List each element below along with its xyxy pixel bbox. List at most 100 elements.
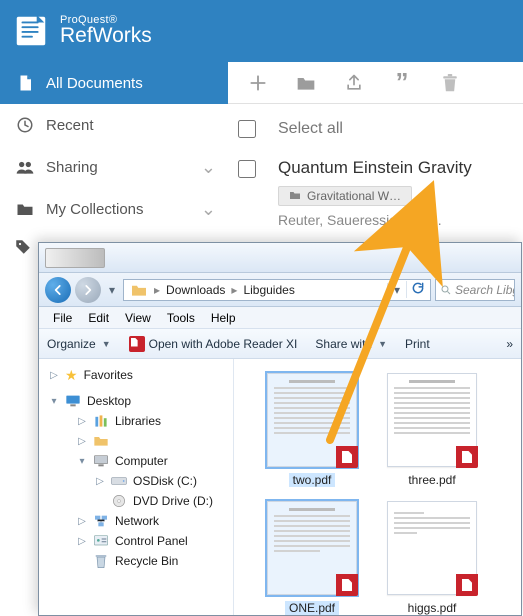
menu-file[interactable]: File (45, 311, 80, 325)
libraries-icon (93, 413, 109, 429)
nav-osdisk[interactable]: ▷ OSDisk (C:) (43, 471, 233, 491)
cmd-more[interactable]: » (506, 337, 513, 351)
document-row[interactable]: Quantum Einstein Gravity Gravitational W… (228, 154, 523, 238)
nav-dvd[interactable]: DVD Drive (D:) (43, 491, 233, 511)
file-item-three[interactable]: three.pdf (372, 373, 492, 487)
select-all-checkbox[interactable] (238, 120, 256, 138)
sidebar-item-sharing[interactable]: Sharing ⌄ (0, 146, 228, 188)
file-name: three.pdf (408, 473, 455, 487)
pdf-badge-icon (456, 574, 478, 596)
recycle-bin-icon (93, 553, 109, 569)
menu-tools[interactable]: Tools (159, 311, 203, 325)
breadcrumb[interactable]: ▸ Downloads ▸ Libguides ▾ (123, 279, 431, 301)
nav-control-panel[interactable]: ▷ Control Panel (43, 531, 233, 551)
folder-icon (14, 201, 36, 217)
computer-icon (93, 453, 109, 469)
nav-favorites[interactable]: ▷ ★ Favorites (43, 365, 233, 385)
cite-button[interactable]: ” (378, 62, 426, 104)
add-button[interactable] (234, 62, 282, 104)
document-checkbox[interactable] (238, 160, 256, 178)
refresh-icon[interactable] (406, 281, 428, 298)
select-all-label: Select all (278, 120, 343, 138)
explorer-nav-pane: ▷ ★ Favorites ▾ Desktop ▷ (39, 359, 234, 615)
explorer-command-bar: Organize▼ Open with Adobe Reader XI Shar… (39, 329, 521, 359)
explorer-window: ▾ ▸ Downloads ▸ Libguides ▾ Search Libgu… (38, 242, 522, 616)
file-item-two[interactable]: two.pdf (252, 373, 372, 487)
file-name: higgs.pdf (408, 601, 457, 615)
file-thumbnail (267, 501, 357, 595)
explorer-menubar: File Edit View Tools Help (39, 307, 521, 329)
tag-icon (14, 243, 32, 259)
nav-desktop[interactable]: ▾ Desktop (43, 391, 233, 411)
nav-network[interactable]: ▷ Network (43, 511, 233, 531)
tree-toggle-icon[interactable]: ▷ (77, 436, 87, 447)
sidebar-item-label: All Documents (46, 75, 216, 92)
menu-edit[interactable]: Edit (80, 311, 117, 325)
nav-recycle-bin[interactable]: Recycle Bin (43, 551, 233, 571)
file-item-one[interactable]: ONE.pdf (252, 501, 372, 615)
explorer-file-grid: two.pdf three.pdf ONE.pdf (234, 359, 521, 615)
tree-toggle-icon[interactable]: ▷ (49, 370, 59, 381)
menu-view[interactable]: View (117, 311, 159, 325)
sidebar-item-recent[interactable]: Recent (0, 104, 228, 146)
breadcrumb-seg-downloads[interactable]: Downloads (162, 283, 229, 297)
nav-history-dropdown[interactable]: ▾ (105, 283, 119, 297)
tree-toggle-icon[interactable]: ▷ (77, 516, 87, 527)
breadcrumb-dropdown-icon[interactable]: ▾ (387, 283, 406, 297)
file-item-higgs[interactable]: higgs.pdf (372, 501, 492, 615)
cmd-organize[interactable]: Organize▼ (47, 337, 111, 351)
file-thumbnail (387, 501, 477, 595)
nav-computer[interactable]: ▾ Computer (43, 451, 233, 471)
tree-toggle-icon[interactable]: ▾ (77, 456, 87, 467)
refworks-logo-icon (10, 10, 52, 52)
cmd-print[interactable]: Print (405, 337, 430, 351)
clock-icon (14, 116, 36, 134)
document-authors: Reuter, Saueressig, 201… (278, 212, 513, 228)
tree-toggle-icon[interactable]: ▾ (49, 396, 59, 407)
pdf-badge-icon (336, 446, 358, 468)
brand-big: RefWorks (60, 24, 152, 48)
sidebar-item-my-collections[interactable]: My Collections ⌄ (0, 188, 228, 230)
dvd-icon (111, 493, 127, 509)
breadcrumb-seg-libguides[interactable]: Libguides (239, 283, 298, 297)
network-icon (93, 513, 109, 529)
breadcrumb-separator-icon: ▸ (229, 283, 239, 297)
toolbar: ” (228, 62, 523, 104)
cmd-open-adobe[interactable]: Open with Adobe Reader XI (129, 336, 298, 352)
menu-help[interactable]: Help (203, 311, 244, 325)
document-tag-chip[interactable]: Gravitational W… (278, 186, 412, 206)
file-thumbnail (267, 373, 357, 467)
cmd-share-with[interactable]: Share with▼ (315, 337, 387, 351)
nav-forward-button[interactable] (75, 277, 101, 303)
sidebar-item-label: Recent (46, 117, 216, 134)
delete-button[interactable] (426, 62, 474, 104)
sidebar-item-all-documents[interactable]: All Documents (0, 62, 228, 104)
select-all-row: Select all (228, 104, 523, 154)
folder-icon (93, 433, 109, 449)
breadcrumb-root-icon[interactable] (126, 283, 152, 297)
nav-libraries[interactable]: ▷ Libraries (43, 411, 233, 431)
file-name: two.pdf (289, 473, 336, 487)
explorer-address-bar: ▾ ▸ Downloads ▸ Libguides ▾ Search Libgu… (39, 273, 521, 307)
share-button[interactable] (330, 62, 378, 104)
star-icon: ★ (65, 367, 78, 384)
desktop-icon (65, 393, 81, 409)
folder-icon (289, 190, 301, 203)
chevron-down-icon: ⌄ (201, 199, 216, 220)
explorer-titlebar[interactable] (39, 243, 521, 273)
adobe-icon (129, 336, 145, 352)
search-input[interactable]: Search Libguides (435, 279, 515, 301)
document-tag-label: Gravitational W… (307, 189, 401, 203)
nav-back-button[interactable] (45, 277, 71, 303)
document-title[interactable]: Quantum Einstein Gravity (278, 158, 472, 178)
drive-icon (111, 473, 127, 489)
tree-toggle-icon[interactable]: ▷ (77, 416, 87, 427)
sidebar-item-label: My Collections (46, 201, 201, 218)
folder-button[interactable] (282, 62, 330, 104)
control-panel-icon (93, 533, 109, 549)
tree-toggle-icon[interactable]: ▷ (77, 536, 87, 547)
nav-user[interactable]: ▷ (43, 431, 233, 451)
people-icon (14, 158, 36, 176)
sidebar-item-label: Sharing (46, 159, 201, 176)
tree-toggle-icon[interactable]: ▷ (95, 476, 105, 487)
